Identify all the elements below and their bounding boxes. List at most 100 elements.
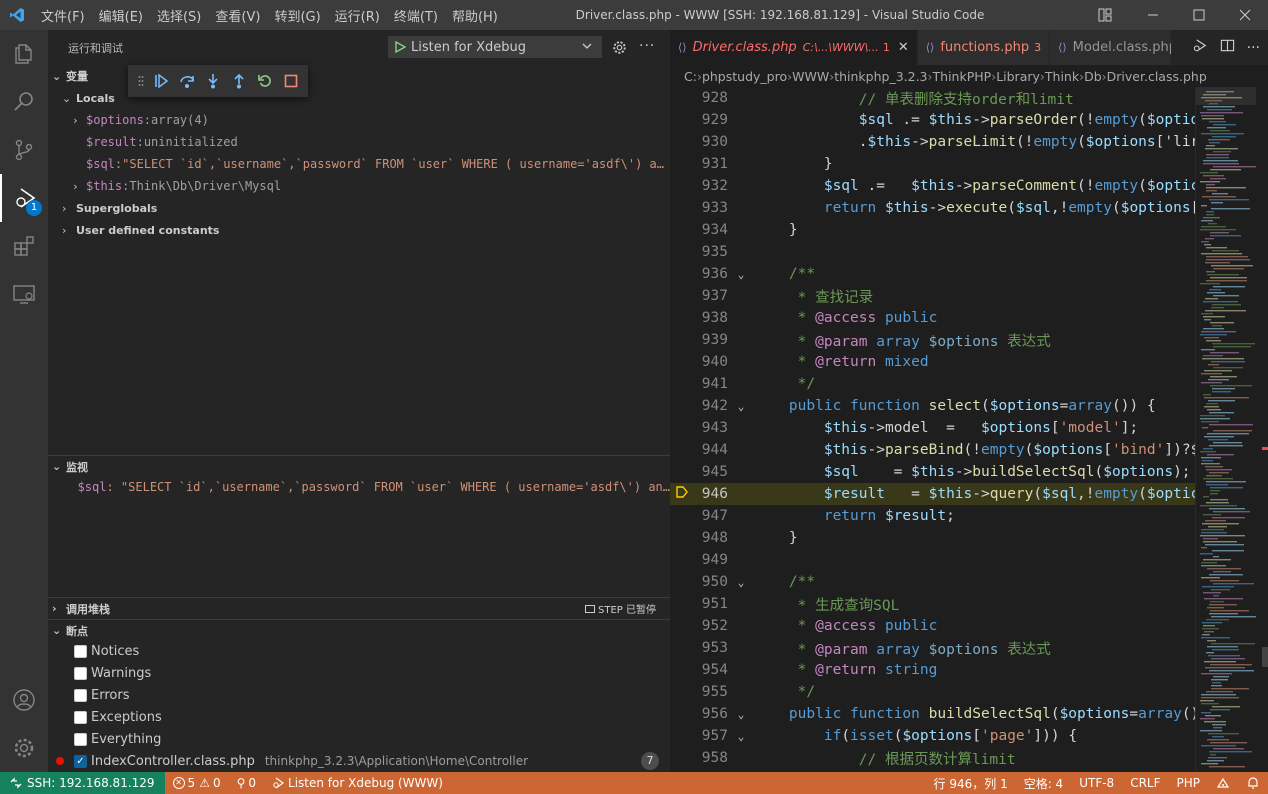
code-line[interactable]: 942 ⌄ public function select($options=arr…: [670, 395, 1195, 417]
breadcrumb-item[interactable]: Library: [996, 69, 1040, 84]
variable-row[interactable]: $result : uninitialized: [48, 131, 670, 153]
stop-icon[interactable]: [278, 68, 304, 94]
watch-section-header[interactable]: ⌄ 监视: [48, 455, 670, 477]
run-debug-icon[interactable]: 1: [0, 174, 48, 222]
code-line[interactable]: 944 $this->parseBind(!empty($options['bi…: [670, 439, 1195, 461]
menu-selection[interactable]: 选择(S): [150, 6, 208, 25]
settings-gear-icon[interactable]: [0, 724, 48, 772]
debug-file-icon[interactable]: [1193, 38, 1208, 57]
step-out-icon[interactable]: [226, 68, 252, 94]
checkbox[interactable]: [74, 666, 87, 680]
search-icon[interactable]: [0, 78, 48, 126]
checkbox-checked[interactable]: ✓: [74, 754, 87, 768]
source-control-icon[interactable]: [0, 126, 48, 174]
code-line[interactable]: 932 $sql .= $this->parseComment(!empty($…: [670, 175, 1195, 197]
close-tab-icon[interactable]: ✕: [898, 40, 909, 55]
code-line[interactable]: 939 * @param array $options 表达式: [670, 329, 1195, 351]
menu-view[interactable]: 查看(V): [208, 6, 267, 25]
breakpoints-section-header[interactable]: ⌄ 断点: [48, 619, 670, 641]
fold-chevron-icon[interactable]: ⌄: [728, 400, 754, 413]
minimize-icon[interactable]: [1130, 0, 1176, 30]
breadcrumb-item[interactable]: Driver.class.php: [1107, 69, 1207, 84]
code-line[interactable]: 947 return $result;: [670, 505, 1195, 527]
remote-indicator[interactable]: SSH: 192.168.81.129: [0, 772, 165, 794]
ports-indicator[interactable]: ⚲ 0: [229, 776, 264, 790]
breadcrumb-item[interactable]: Think: [1045, 69, 1079, 84]
breadcrumb-item[interactable]: thinkphp_3.2.3: [834, 69, 927, 84]
explorer-icon[interactable]: [0, 30, 48, 78]
breadcrumb-item[interactable]: C:: [684, 69, 697, 84]
breakpoint-notices[interactable]: Notices: [48, 640, 670, 662]
breadcrumb-item[interactable]: phpstudy_pro: [702, 69, 787, 84]
code-line[interactable]: 957 ⌄ if(isset($options['page'])) {: [670, 725, 1195, 747]
feedback-icon[interactable]: [1208, 776, 1238, 790]
code-line[interactable]: 929 $sql .= $this->parseOrder(!empty($op…: [670, 109, 1195, 131]
breakpoint-everything[interactable]: Everything: [48, 728, 670, 750]
tab-functions[interactable]: ⟨⟩ functions.php 3: [917, 30, 1051, 65]
notifications-bell-icon[interactable]: [1238, 776, 1268, 790]
variable-row[interactable]: › $options : array(4): [48, 109, 670, 131]
code-line[interactable]: 938 * @access public: [670, 307, 1195, 329]
restart-icon[interactable]: [252, 68, 278, 94]
close-window-icon[interactable]: [1222, 0, 1268, 30]
code-line[interactable]: 949: [670, 549, 1195, 571]
checkbox[interactable]: [74, 710, 87, 724]
breakpoint-warnings[interactable]: Warnings: [48, 662, 670, 684]
menu-help[interactable]: 帮助(H): [445, 6, 505, 25]
code-line[interactable]: 945 $sql = $this->buildSelectSql($option…: [670, 461, 1195, 483]
launch-config-select[interactable]: Listen for Xdebug: [388, 36, 602, 58]
problems-indicator[interactable]: ✕ 5 ⚠ 0: [165, 776, 229, 790]
language-mode[interactable]: PHP: [1169, 776, 1209, 790]
code-line[interactable]: 930 .$this->parseLimit(!empty($options['…: [670, 131, 1195, 153]
menu-go[interactable]: 转到(G): [267, 6, 327, 25]
code-line[interactable]: 951 * 生成查询SQL: [670, 593, 1195, 615]
code-line[interactable]: 941 */: [670, 373, 1195, 395]
breadcrumb-item[interactable]: ThinkPHP: [933, 69, 992, 84]
code-line[interactable]: 950 ⌄ /**: [670, 571, 1195, 593]
menu-run[interactable]: 运行(R): [328, 6, 387, 25]
start-debug-icon[interactable]: [389, 41, 411, 53]
code-line[interactable]: 943 $this->model = $options['model'];: [670, 417, 1195, 439]
minimap[interactable]: [1195, 87, 1268, 772]
variable-row[interactable]: › $this : Think\Db\Driver\Mysql: [48, 175, 670, 197]
breadcrumb-item[interactable]: WWW: [792, 69, 829, 84]
code-line[interactable]: 954 * @return string: [670, 659, 1195, 681]
code-line[interactable]: 952 * @access public: [670, 615, 1195, 637]
more-actions-icon[interactable]: ···: [1247, 40, 1260, 56]
menu-terminal[interactable]: 终端(T): [387, 6, 445, 25]
code-line[interactable]: 955 */: [670, 681, 1195, 703]
code-line[interactable]: 936 ⌄ /**: [670, 263, 1195, 285]
fold-chevron-icon[interactable]: ⌄: [728, 576, 754, 589]
breadcrumb-item[interactable]: Db: [1084, 69, 1102, 84]
code-line[interactable]: 958 // 根据页数计算limit: [670, 747, 1195, 769]
menu-edit[interactable]: 编辑(E): [92, 6, 150, 25]
maximize-icon[interactable]: [1176, 0, 1222, 30]
code-line[interactable]: 953 * @param array $options 表达式: [670, 637, 1195, 659]
code-line[interactable]: 948 }: [670, 527, 1195, 549]
checkbox[interactable]: [74, 644, 87, 658]
accounts-icon[interactable]: [0, 676, 48, 724]
breakpoint-errors[interactable]: Errors: [48, 684, 670, 706]
code-line[interactable]: 940 * @return mixed: [670, 351, 1195, 373]
line-ending[interactable]: CRLF: [1122, 776, 1168, 790]
continue-icon[interactable]: [148, 68, 174, 94]
encoding[interactable]: UTF-8: [1071, 776, 1122, 790]
code-line[interactable]: 931 }: [670, 153, 1195, 175]
debug-session-indicator[interactable]: Listen for Xdebug (WWW): [264, 776, 451, 790]
current-stack-frame-icon[interactable]: [670, 486, 694, 502]
code-line[interactable]: 935: [670, 241, 1195, 263]
superglobals-scope[interactable]: › Superglobals: [48, 197, 670, 219]
more-actions-icon[interactable]: ···: [639, 38, 655, 54]
tab-model-class[interactable]: ⟨⟩ Model.class.php: [1050, 30, 1173, 65]
menu-file[interactable]: 文件(F): [34, 6, 92, 25]
file-breakpoint-row[interactable]: ✓ IndexController.class.php thinkphp_3.2…: [48, 750, 670, 772]
indentation[interactable]: 空格: 4: [1016, 775, 1072, 792]
step-into-icon[interactable]: [200, 68, 226, 94]
variable-row[interactable]: $sql : "SELECT `id`,`username`,`password…: [48, 153, 670, 175]
split-editor-icon[interactable]: [1220, 38, 1235, 57]
scrollbar-thumb[interactable]: [1262, 647, 1268, 667]
code-line[interactable]: 934 }: [670, 219, 1195, 241]
step-over-icon[interactable]: [174, 68, 200, 94]
breakpoint-exceptions[interactable]: Exceptions: [48, 706, 670, 728]
callstack-section-header[interactable]: › 调用堆栈 STEP 已暂停: [48, 597, 670, 619]
